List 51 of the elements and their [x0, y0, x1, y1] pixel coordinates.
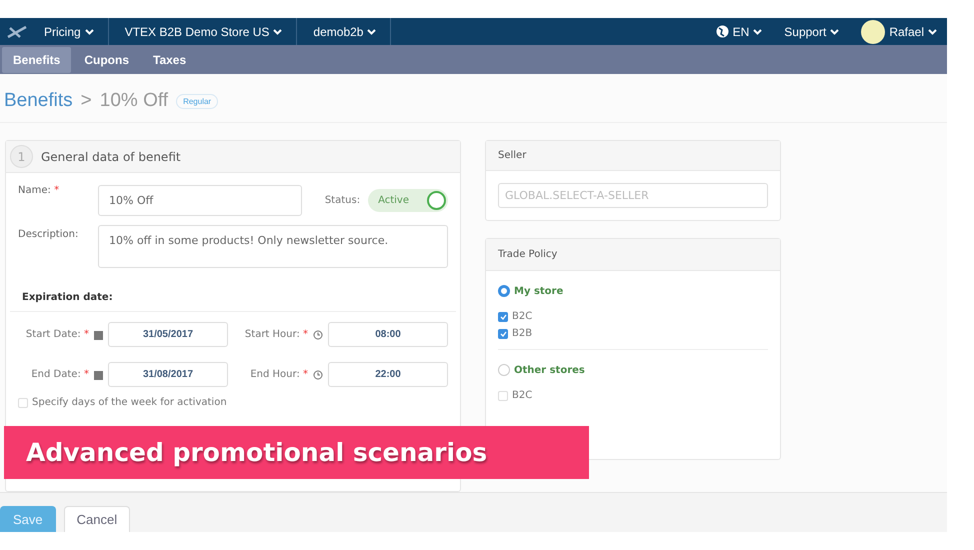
radio-button[interactable] — [498, 364, 510, 376]
section-title: Expiration date: — [10, 268, 456, 312]
clock-icon — [313, 370, 323, 380]
chevron-down-icon — [753, 28, 762, 34]
radio-label: My store — [514, 286, 564, 296]
type-badge: Regular — [176, 94, 218, 108]
avatar-icon — [861, 20, 886, 44]
chevron-down-icon — [830, 28, 840, 34]
checkbox-label: Specify days of the week for activation — [32, 397, 227, 408]
checkbox-label: B2B — [512, 328, 532, 339]
date-input[interactable]: 31/05/2017 — [108, 322, 228, 347]
time-input[interactable]: 08:00 — [328, 322, 448, 347]
description-input[interactable]: 10% off in some products! Only newsletter source. — [98, 225, 448, 268]
page-title: 10% Off — [100, 90, 168, 112]
chevron-down-icon — [273, 28, 282, 34]
field-label: Start Date: * — [26, 329, 89, 340]
card-title: Seller — [498, 150, 526, 161]
card-title: General data of benefit — [41, 150, 181, 164]
cancel-button[interactable]: Cancel — [64, 506, 130, 532]
chevron-down-icon — [84, 28, 94, 34]
field-label: End Date: * — [31, 369, 89, 380]
field-label: Start Hour: * — [244, 329, 308, 340]
field-label: Status: — [324, 195, 360, 206]
caption-banner: Advanced promotional scenarios — [4, 426, 589, 479]
support-menu[interactable]: Support — [784, 24, 840, 38]
breadcrumb-separator: > — [80, 90, 92, 112]
name-input[interactable]: 10% Off — [98, 185, 302, 216]
card-title: Trade Policy — [498, 249, 558, 260]
step-number: 1 — [10, 145, 33, 168]
checkbox[interactable] — [498, 312, 508, 322]
tab[interactable]: Taxes — [142, 46, 198, 72]
field-label: Name: * — [18, 185, 60, 196]
chevron-down-icon — [928, 28, 937, 34]
user-menu[interactable]: Rafael — [861, 20, 937, 44]
clock-icon — [313, 330, 323, 340]
calendar-icon — [94, 370, 103, 380]
field-label: End Hour: * — [250, 369, 308, 380]
globe-icon — [716, 25, 729, 38]
checkbox-label: B2C — [512, 311, 532, 322]
field-label: Description: — [18, 228, 80, 240]
logo-icon[interactable] — [6, 24, 28, 38]
chevron-down-icon — [367, 28, 376, 34]
checkbox-label: B2C — [512, 390, 532, 401]
date-input[interactable]: 31/08/2017 — [108, 362, 228, 387]
calendar-icon — [94, 330, 103, 340]
language-menu[interactable]: EN — [716, 24, 762, 38]
checkbox[interactable] — [498, 328, 508, 338]
tab[interactable]: Cupons — [73, 46, 140, 72]
radio-label: Other stores — [514, 364, 585, 376]
time-input[interactable]: 22:00 — [328, 362, 448, 387]
radio-button[interactable] — [498, 285, 510, 297]
